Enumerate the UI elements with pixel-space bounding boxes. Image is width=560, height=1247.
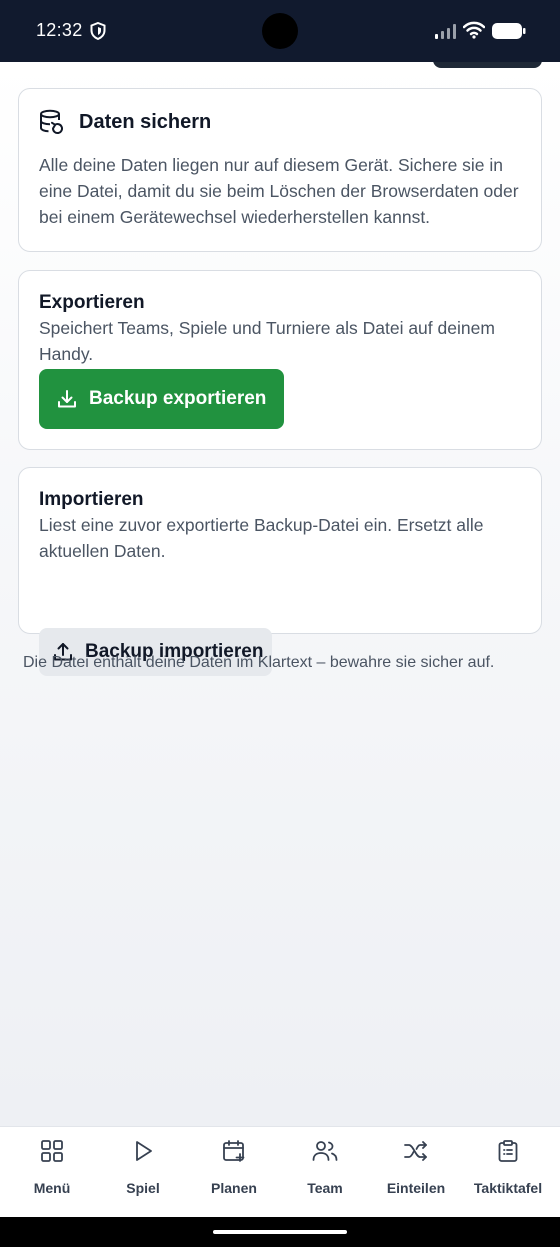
download-icon: [58, 390, 76, 408]
nav-item-planen[interactable]: Planen: [188, 1127, 280, 1218]
system-gesture-bar: [0, 1217, 560, 1247]
database-restore-icon: [40, 109, 63, 135]
export-backup-button[interactable]: Backup exportieren: [39, 369, 284, 429]
info-card-header: Daten sichern: [39, 109, 211, 135]
nav-item-menu[interactable]: Menü: [6, 1127, 98, 1218]
nav-label-einteilen: Einteilen: [386, 1180, 446, 1196]
import-title: Importieren: [39, 489, 144, 510]
wifi-icon: [463, 21, 485, 39]
export-card: Exportieren Speichert Teams, Spiele und …: [18, 270, 542, 450]
nav-item-spiel[interactable]: Spiel: [97, 1127, 189, 1218]
nav-label-spiel: Spiel: [126, 1180, 160, 1196]
import-card: Importieren Liest eine zuvor exportierte…: [18, 467, 542, 676]
nav-label-planen: Planen: [211, 1180, 257, 1196]
play-icon: [136, 1141, 152, 1161]
home-indicator[interactable]: [213, 1230, 347, 1234]
nav-item-team[interactable]: Team: [279, 1127, 371, 1218]
nav-label-taktiktafel: Taktiktafel: [473, 1180, 543, 1196]
calendar-plus-icon: [223, 1140, 245, 1162]
export-description: Speichert Teams, Spiele und Turniere als…: [39, 318, 495, 364]
info-card: Daten sichern Alle deine Daten liegen nu…: [18, 88, 542, 252]
footer-note: Die Datei enthält deine Daten im Klartex…: [23, 654, 495, 671]
status-bar: 12:32: [0, 0, 560, 62]
nav-label-menu: Menü: [33, 1180, 71, 1196]
import-description: Liest eine zuvor exportierte Backup-Date…: [39, 515, 484, 561]
nav-item-taktiktafel[interactable]: Taktiktafel: [462, 1127, 554, 1218]
backup-page: Daten sichern Alle deine Daten liegen nu…: [0, 62, 560, 1126]
export-button-label: Backup exportieren: [89, 388, 267, 409]
signal-icon: [435, 24, 456, 39]
nav-label-team: Team: [307, 1180, 343, 1196]
info-card-title: Daten sichern: [79, 110, 212, 133]
export-title: Exportieren: [39, 292, 145, 313]
status-time: 12:32: [36, 20, 83, 40]
info-card-text: Alle deine Daten liegen nur auf diesem G…: [39, 155, 519, 227]
grid-icon: [41, 1140, 63, 1162]
front-camera: [262, 13, 298, 49]
header-button[interactable]: [433, 62, 542, 68]
bottom-nav: Menü Spiel Planen Team Einteilen Taktikt…: [0, 1126, 560, 1217]
battery-icon: [492, 23, 526, 39]
users-icon: [312, 1141, 338, 1161]
shield-icon: [90, 22, 106, 40]
shuffle-icon: [404, 1141, 427, 1161]
clipboard-icon: [498, 1140, 518, 1162]
nav-item-einteilen[interactable]: Einteilen: [370, 1127, 462, 1218]
